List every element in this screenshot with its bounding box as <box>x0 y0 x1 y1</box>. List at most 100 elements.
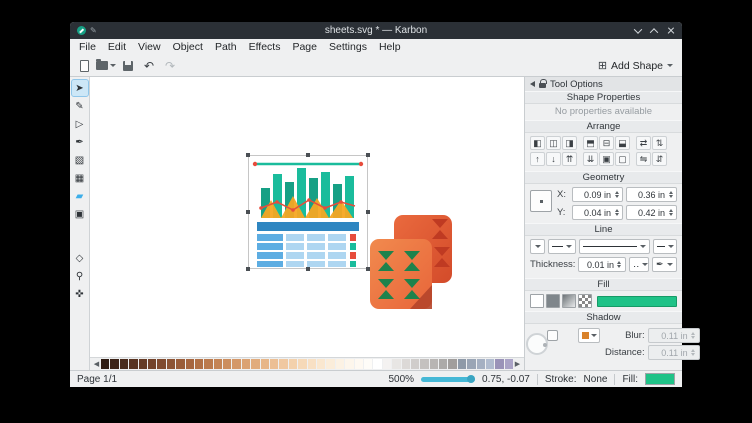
selection-handle[interactable] <box>246 153 250 157</box>
palette-swatch[interactable] <box>411 359 419 369</box>
palette-swatch[interactable] <box>101 359 109 369</box>
align-center-h-button[interactable]: ◫ <box>546 136 561 150</box>
palette-swatch[interactable] <box>176 359 184 369</box>
undo-button[interactable]: ↶ <box>140 57 158 75</box>
line-cap-select[interactable] <box>530 239 545 254</box>
shadow-enable-checkbox[interactable] <box>547 330 558 341</box>
palette-swatch[interactable] <box>157 359 165 369</box>
palette-swatch[interactable] <box>448 359 456 369</box>
palette-swatch[interactable] <box>317 359 325 369</box>
menu-item[interactable]: View <box>132 40 167 54</box>
menu-item[interactable]: Help <box>373 40 407 54</box>
line-header[interactable]: Line <box>525 223 682 236</box>
palette-swatch[interactable] <box>364 359 372 369</box>
palette-swatch[interactable] <box>392 359 400 369</box>
group-button[interactable]: ▣ <box>599 152 614 166</box>
align-top-button[interactable]: ⬒ <box>583 136 598 150</box>
canvas[interactable]: ◀ ▶ <box>90 77 524 370</box>
fill-solid-button[interactable] <box>546 294 560 308</box>
close-button[interactable] <box>667 27 675 35</box>
x-position-spinbox[interactable]: 0.09 in <box>572 187 623 202</box>
fill-pattern-button[interactable] <box>578 294 592 308</box>
select-tool[interactable]: ➤ <box>72 80 88 96</box>
pan-tool[interactable]: ✜ <box>72 286 88 302</box>
fill-color-bar[interactable] <box>597 296 677 307</box>
titlebar[interactable]: ✎ sheets.svg * — Karbon <box>70 22 682 39</box>
shadow-blur-spinbox[interactable]: 0.11 in <box>648 328 700 343</box>
palette-swatch[interactable] <box>204 359 212 369</box>
palette-swatch[interactable] <box>270 359 278 369</box>
palette-swatch[interactable] <box>308 359 316 369</box>
line-style-select[interactable] <box>579 239 650 254</box>
palette-swatch[interactable] <box>477 359 485 369</box>
palette-swatch[interactable] <box>148 359 156 369</box>
palette-swatch[interactable] <box>345 359 353 369</box>
image-tool[interactable]: ▣ <box>72 206 88 222</box>
palette-swatch[interactable] <box>139 359 147 369</box>
zoom-slider[interactable] <box>421 377 475 382</box>
menu-item[interactable]: Path <box>209 40 243 54</box>
sheets-icon-object[interactable] <box>368 213 458 313</box>
selection-handle[interactable] <box>306 267 310 271</box>
palette-swatch[interactable] <box>486 359 494 369</box>
pattern-edit-tool[interactable]: ▦ <box>72 170 88 186</box>
freehand-path-tool[interactable]: ✎ <box>72 98 88 114</box>
align-left-button[interactable]: ◧ <box>530 136 545 150</box>
gradient-edit-tool[interactable]: ▧ <box>72 152 88 168</box>
open-document-button[interactable] <box>96 57 116 75</box>
palette-swatch[interactable] <box>383 359 391 369</box>
flip-h-button[interactable]: ⇋ <box>636 152 651 166</box>
height-spinbox[interactable]: 0.42 in <box>626 205 677 220</box>
fill-header[interactable]: Fill <box>525 278 682 291</box>
palette-scroll-right-icon[interactable]: ▶ <box>513 360 522 368</box>
dash-pattern-select[interactable]: ‥ <box>629 257 649 272</box>
thickness-spinbox[interactable]: 0.01 in <box>578 257 626 272</box>
fill-none-button[interactable] <box>530 294 544 308</box>
line-marker-select[interactable] <box>653 239 677 254</box>
palette-swatch[interactable] <box>242 359 250 369</box>
menu-item[interactable]: Edit <box>102 40 132 54</box>
palette-swatch[interactable] <box>298 359 306 369</box>
chart-image-object[interactable] <box>248 155 368 269</box>
palette-swatch[interactable] <box>420 359 428 369</box>
palette-swatch[interactable] <box>439 359 447 369</box>
align-center-v-button[interactable]: ⊟ <box>599 136 614 150</box>
palette-swatch[interactable] <box>214 359 222 369</box>
selection-handle[interactable] <box>246 267 250 271</box>
save-button[interactable] <box>119 57 137 75</box>
selection-handle[interactable] <box>306 153 310 157</box>
palette-swatch[interactable] <box>120 359 128 369</box>
palette-swatch[interactable] <box>186 359 194 369</box>
calligraphy-tool[interactable]: ✒ <box>72 134 88 150</box>
palette-scroll-left-icon[interactable]: ◀ <box>92 360 101 368</box>
shape-handling-tool[interactable]: ◇ <box>72 250 88 266</box>
palette-swatch[interactable] <box>232 359 240 369</box>
selection-handle[interactable] <box>246 210 250 214</box>
minimize-button[interactable] <box>634 25 642 33</box>
palette-swatch[interactable] <box>355 359 363 369</box>
distribute-v-button[interactable]: ⇅ <box>652 136 667 150</box>
palette-swatch[interactable] <box>326 359 334 369</box>
palette-swatch[interactable] <box>430 359 438 369</box>
palette-swatch[interactable] <box>129 359 137 369</box>
zoom-tool[interactable]: ⚲ <box>72 268 88 284</box>
stroke-tool-select[interactable]: ✒ <box>652 257 677 272</box>
line-join-select[interactable] <box>548 239 576 254</box>
add-shape-button[interactable]: ⊞ Add Shape <box>594 57 677 74</box>
ungroup-button[interactable]: ▢ <box>615 152 630 166</box>
y-position-spinbox[interactable]: 0.04 in <box>572 205 623 220</box>
palette-swatch[interactable] <box>261 359 269 369</box>
palette-swatch[interactable] <box>251 359 259 369</box>
palette-swatch[interactable] <box>336 359 344 369</box>
arrange-header[interactable]: Arrange <box>525 120 682 133</box>
palette-swatch[interactable] <box>505 359 513 369</box>
palette-swatch[interactable] <box>373 359 381 369</box>
maximize-button[interactable] <box>650 28 658 36</box>
shadow-angle-dial[interactable] <box>526 333 548 355</box>
menu-item[interactable]: File <box>73 40 102 54</box>
width-spinbox[interactable]: 0.36 in <box>626 187 677 202</box>
palette-swatch[interactable] <box>110 359 118 369</box>
lower-button[interactable]: ↓ <box>546 152 561 166</box>
palette-swatch[interactable] <box>495 359 503 369</box>
shape-properties-header[interactable]: Shape Properties <box>525 91 682 104</box>
